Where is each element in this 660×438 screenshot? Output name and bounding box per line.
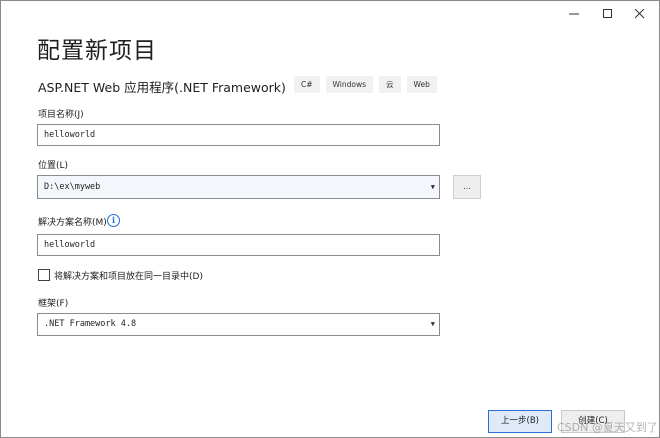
same-directory-checkbox[interactable]	[38, 269, 50, 281]
close-button[interactable]	[623, 1, 657, 27]
same-directory-label[interactable]: 将解决方案和项目放在同一目录中(D)	[54, 269, 203, 282]
project-name-label: 项目名称(J)	[38, 110, 84, 120]
project-template-name: ASP.NET Web 应用程序(.NET Framework)	[38, 80, 286, 95]
framework-value: .NET Framework 4.8	[44, 319, 137, 329]
framework-label: 框架(F)	[38, 299, 69, 309]
chevron-down-icon[interactable]: ▼	[431, 176, 435, 198]
solution-name-input[interactable]: helloworld	[37, 234, 440, 256]
back-button[interactable]: 上一步(B)	[488, 410, 552, 433]
framework-select[interactable]: .NET Framework 4.8 ▼	[37, 313, 440, 336]
location-label: 位置(L)	[38, 161, 69, 171]
dialog-window: 配置新项目 ASP.NET Web 应用程序(.NET Framework) C…	[0, 0, 660, 438]
tag-platform: Windows	[325, 76, 374, 93]
browse-button[interactable]: ...	[453, 175, 481, 199]
chevron-down-icon[interactable]: ▼	[431, 314, 435, 335]
solution-name-label: 解决方案名称(M)	[38, 218, 107, 228]
template-tags: C# Windows 云 Web	[294, 76, 437, 93]
info-icon[interactable]: i	[107, 214, 120, 227]
watermark: CSDN @夏天又到了	[557, 421, 658, 434]
minimize-button[interactable]	[557, 1, 591, 27]
minimize-icon	[569, 13, 579, 15]
maximize-button[interactable]	[591, 1, 625, 27]
project-name-input[interactable]: helloworld	[37, 124, 440, 146]
tag-web: Web	[406, 76, 437, 93]
location-combobox[interactable]: D:\ex\myweb ▼	[37, 175, 440, 199]
tag-language: C#	[294, 76, 320, 93]
location-value: D:\ex\myweb	[44, 182, 101, 192]
close-icon	[635, 9, 645, 19]
page-title: 配置新项目	[37, 38, 157, 64]
maximize-icon	[603, 9, 612, 18]
tag-cloud: 云	[379, 76, 401, 93]
